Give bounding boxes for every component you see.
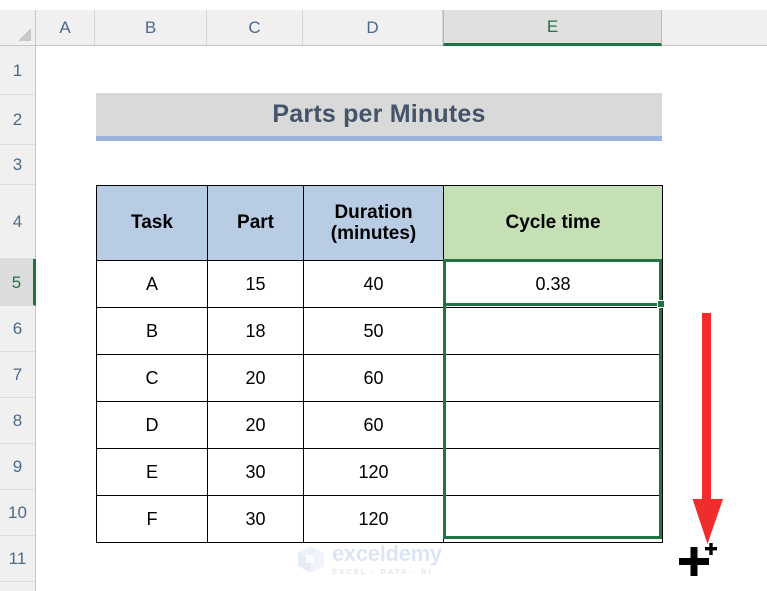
row-header-4-label: 4 bbox=[12, 212, 23, 231]
row-header-bar: 1 2 3 4 5 6 7 8 9 10 11 bbox=[0, 46, 36, 591]
column-header-bar: A B C D E bbox=[36, 10, 767, 46]
cell-part[interactable]: 20 bbox=[207, 401, 304, 449]
row-header-11[interactable]: 11 bbox=[0, 536, 35, 582]
row-header-3-label: 3 bbox=[12, 155, 23, 174]
row-header-3[interactable]: 3 bbox=[0, 145, 35, 185]
cell-duration[interactable]: 40 bbox=[303, 260, 444, 308]
column-header-cycle-time[interactable]: Cycle time bbox=[443, 185, 663, 261]
cell-task[interactable]: B bbox=[96, 307, 208, 355]
row-header-5-label: 5 bbox=[11, 273, 22, 292]
table-row: A 15 40 0.38 bbox=[96, 260, 663, 308]
row-header-7[interactable]: 7 bbox=[0, 352, 35, 398]
cell-part[interactable]: 20 bbox=[207, 354, 304, 402]
column-header-a[interactable]: A bbox=[36, 10, 95, 45]
duration-label-line2: (minutes) bbox=[330, 223, 417, 244]
row-header-10-label: 10 bbox=[8, 503, 27, 522]
data-table: Task Part Duration (minutes) Cycle time … bbox=[96, 185, 663, 543]
row-header-4[interactable]: 4 bbox=[0, 185, 35, 259]
table-row: C 20 60 bbox=[96, 354, 663, 402]
row-header-6[interactable]: 6 bbox=[0, 306, 35, 352]
cell-part[interactable]: 18 bbox=[207, 307, 304, 355]
table-row: D 20 60 bbox=[96, 401, 663, 449]
table-row: E 30 120 bbox=[96, 448, 663, 496]
table-header-row: Task Part Duration (minutes) Cycle time bbox=[96, 185, 663, 261]
cell-duration[interactable]: 120 bbox=[303, 495, 444, 543]
row-header-1-label: 1 bbox=[12, 61, 23, 80]
select-all-triangle-icon bbox=[18, 28, 31, 41]
cell-part[interactable]: 30 bbox=[207, 495, 304, 543]
cell-part[interactable]: 15 bbox=[207, 260, 304, 308]
row-header-9[interactable]: 9 bbox=[0, 444, 35, 490]
column-header-d[interactable]: D bbox=[303, 10, 443, 45]
column-header-b[interactable]: B bbox=[95, 10, 207, 45]
cell-duration[interactable]: 50 bbox=[303, 307, 444, 355]
cell-duration[interactable]: 60 bbox=[303, 354, 444, 402]
cell-cycle-time[interactable] bbox=[443, 401, 663, 449]
row-header-7-label: 7 bbox=[12, 365, 23, 384]
row-header-10[interactable]: 10 bbox=[0, 490, 35, 536]
row-header-11-label: 11 bbox=[8, 549, 27, 568]
table-row: F 30 120 bbox=[96, 495, 663, 543]
row-header-2[interactable]: 2 bbox=[0, 95, 35, 145]
fill-handle[interactable] bbox=[657, 300, 665, 308]
page-title: Parts per Minutes bbox=[272, 100, 486, 128]
cell-duration[interactable]: 60 bbox=[303, 401, 444, 449]
cell-cycle-time[interactable] bbox=[443, 307, 663, 355]
spreadsheet-app: A B C D E 1 2 3 4 5 6 7 8 9 10 11 Parts … bbox=[0, 0, 767, 591]
cell-cycle-time[interactable]: 0.38 bbox=[443, 260, 663, 308]
column-header-overflow bbox=[662, 10, 767, 45]
column-header-c[interactable]: C bbox=[207, 10, 303, 45]
cell-task[interactable]: A bbox=[96, 260, 208, 308]
column-header-part[interactable]: Part bbox=[207, 185, 304, 261]
cell-part[interactable]: 30 bbox=[207, 448, 304, 496]
row-header-2-label: 2 bbox=[12, 110, 23, 129]
cell-task[interactable]: F bbox=[96, 495, 208, 543]
duration-label-line1: Duration bbox=[334, 201, 413, 223]
row-header-1[interactable]: 1 bbox=[0, 46, 35, 95]
cell-cycle-time[interactable] bbox=[443, 448, 663, 496]
report-title-cell[interactable]: Parts per Minutes bbox=[96, 93, 662, 141]
cell-task[interactable]: E bbox=[96, 448, 208, 496]
row-header-9-label: 9 bbox=[12, 457, 23, 476]
select-all-button[interactable] bbox=[0, 10, 36, 46]
row-header-8[interactable]: 8 bbox=[0, 398, 35, 444]
column-header-e[interactable]: E bbox=[443, 10, 662, 46]
cell-cycle-time[interactable] bbox=[443, 495, 663, 543]
row-header-8-label: 8 bbox=[12, 411, 23, 430]
cell-cycle-time[interactable] bbox=[443, 354, 663, 402]
cell-task[interactable]: C bbox=[96, 354, 208, 402]
row-header-5[interactable]: 5 bbox=[0, 259, 36, 306]
cell-task[interactable]: D bbox=[96, 401, 208, 449]
column-header-task[interactable]: Task bbox=[96, 185, 208, 261]
cell-duration[interactable]: 120 bbox=[303, 448, 444, 496]
column-header-duration[interactable]: Duration (minutes) bbox=[303, 185, 444, 261]
row-header-6-label: 6 bbox=[12, 319, 23, 338]
table-row: B 18 50 bbox=[96, 307, 663, 355]
